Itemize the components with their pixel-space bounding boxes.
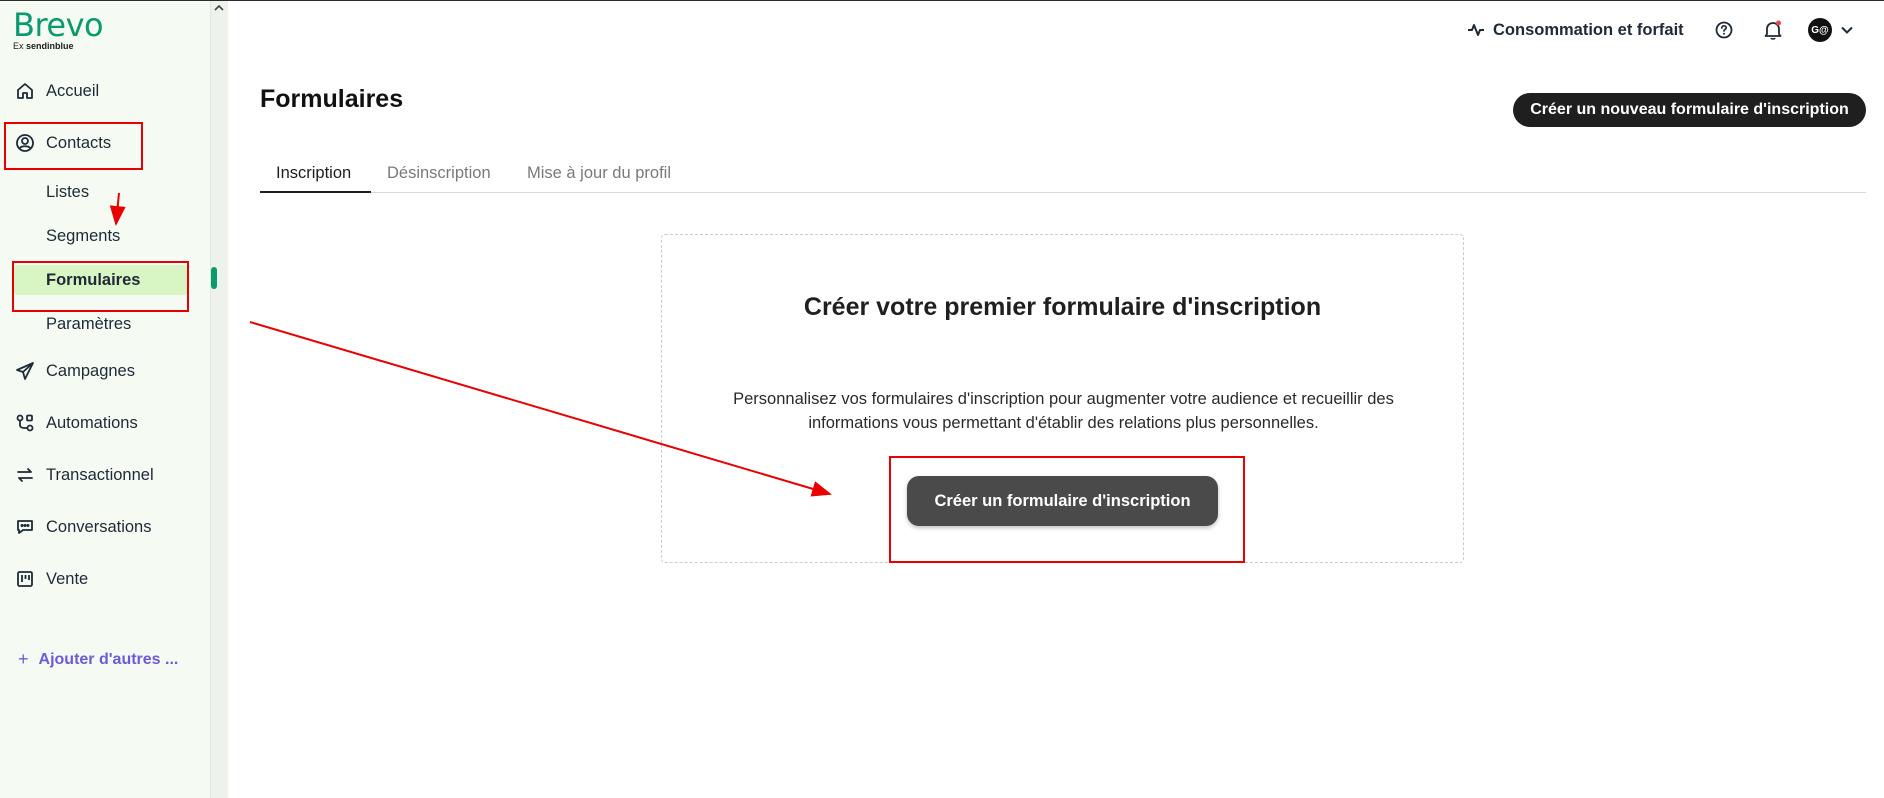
sidebar-item-label: Vente — [46, 569, 89, 588]
empty-state-title: Créer votre premier formulaire d'inscrip… — [803, 293, 1322, 321]
plus-icon: + — [18, 649, 29, 669]
sidebar-scrollbar[interactable] — [210, 1, 228, 798]
add-more-apps-link[interactable]: + Ajouter d'autres ... — [18, 649, 178, 670]
sidebar: Brevo Ex sendinblue Accueil Contacts Lis… — [0, 1, 228, 798]
sidebar-sub-segments[interactable]: Segments — [46, 221, 120, 251]
sidebar-item-vente[interactable]: Vente — [0, 561, 210, 597]
sidebar-item-label: Conversations — [46, 517, 152, 536]
chat-icon — [13, 515, 37, 539]
notifications-button[interactable] — [1763, 15, 1783, 45]
sidebar-item-label: Campagnes — [46, 361, 135, 380]
arrows-swap-icon — [13, 463, 37, 487]
sidebar-item-label: Contacts — [46, 133, 112, 152]
usage-and-plan-link[interactable]: Consommation et forfait — [1467, 15, 1684, 45]
create-form-button[interactable]: Créer un formulaire d'inscription — [907, 476, 1218, 526]
tab-profile-update[interactable]: Mise à jour du profil — [527, 161, 671, 193]
sidebar-item-automations[interactable]: Automations — [0, 405, 210, 441]
bell-icon — [1764, 20, 1782, 40]
send-icon — [13, 359, 37, 383]
create-new-form-button[interactable]: Créer un nouveau formulaire d'inscriptio… — [1513, 93, 1866, 127]
kanban-icon — [13, 567, 37, 591]
avatar: G@ — [1808, 18, 1832, 42]
add-more-label: Ajouter d'autres ... — [38, 650, 179, 668]
sidebar-sub-formulaires[interactable]: Formulaires — [14, 265, 188, 295]
automation-icon — [13, 411, 37, 435]
help-button[interactable] — [1714, 15, 1734, 45]
chevron-up-icon[interactable] — [214, 3, 224, 15]
sidebar-item-campagnes[interactable]: Campagnes — [0, 353, 210, 389]
account-menu[interactable]: G@ — [1808, 15, 1854, 45]
question-circle-icon — [1715, 21, 1733, 39]
page-title: Formulaires — [260, 85, 404, 113]
empty-state-description: Personnalisez vos formulaires d'inscript… — [733, 390, 1394, 432]
chevron-down-icon — [1841, 26, 1853, 34]
activity-icon — [1468, 24, 1484, 36]
sidebar-item-label: Transactionnel — [46, 465, 154, 484]
logo-wordmark: Brevo — [13, 6, 104, 44]
brevo-logo[interactable]: Brevo Ex sendinblue — [13, 6, 104, 51]
sidebar-sub-parametres[interactable]: Paramètres — [46, 309, 131, 339]
tab-inscription[interactable]: Inscription — [260, 161, 371, 193]
sidebar-item-label: Accueil — [46, 81, 100, 100]
usage-label: Consommation et forfait — [1493, 20, 1684, 39]
sidebar-item-conversations[interactable]: Conversations — [0, 509, 210, 545]
tab-desinscription[interactable]: Désinscription — [387, 161, 491, 193]
logo-sub-prefix: Ex — [13, 41, 24, 51]
sidebar-item-label: Automations — [46, 413, 138, 432]
sidebar-sub-listes[interactable]: Listes — [46, 177, 89, 207]
logo-sub-brand: sendinblue — [26, 41, 74, 51]
empty-state-card: Créer votre premier formulaire d'inscrip… — [661, 234, 1464, 563]
sidebar-item-contacts[interactable]: Contacts — [0, 125, 210, 161]
form-type-tabs: Inscription Désinscription Mise à jour d… — [260, 161, 1866, 193]
sidebar-item-transactionnel[interactable]: Transactionnel — [0, 457, 210, 493]
user-circle-icon — [13, 131, 37, 155]
sidebar-item-accueil[interactable]: Accueil — [0, 73, 210, 109]
sidebar-collapse-handle[interactable] — [211, 267, 217, 289]
home-icon — [13, 79, 37, 103]
